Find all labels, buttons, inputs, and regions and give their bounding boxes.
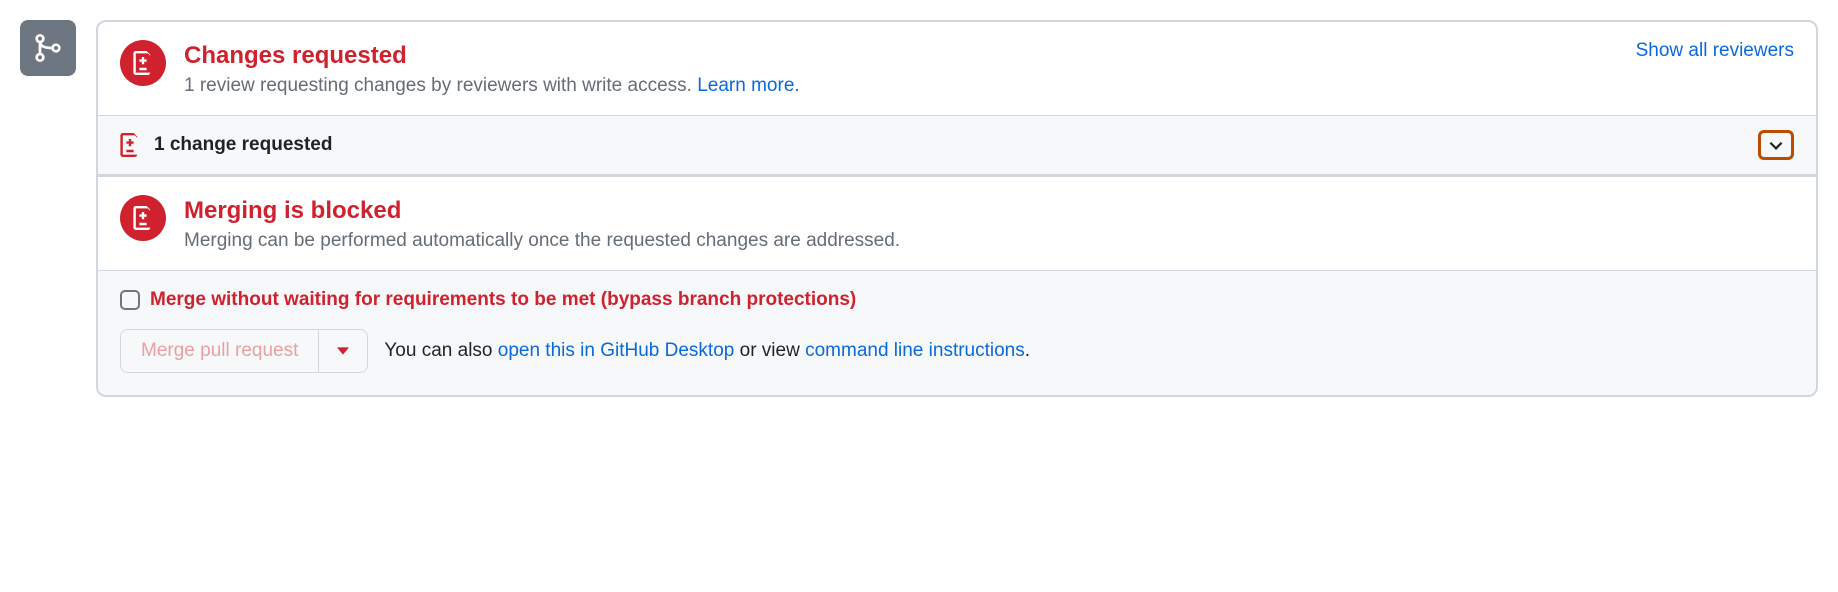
merge-status-box: Changes requested Show all reviewers 1 r… bbox=[96, 20, 1818, 397]
file-diff-icon bbox=[133, 51, 153, 75]
helper-period: . bbox=[1025, 340, 1030, 361]
review-status-section: Changes requested Show all reviewers 1 r… bbox=[98, 22, 1816, 115]
expand-changes-button[interactable] bbox=[1758, 130, 1794, 160]
merging-blocked-heading: Merging is blocked bbox=[184, 195, 1794, 226]
file-diff-icon bbox=[120, 133, 140, 157]
helper-mid: or view bbox=[734, 340, 805, 361]
review-status-subtext: 1 review requesting changes by reviewers… bbox=[184, 75, 1794, 97]
file-diff-icon bbox=[133, 206, 153, 230]
bypass-merge-section: Merge without waiting for requirements t… bbox=[98, 271, 1816, 395]
chevron-down-icon bbox=[1767, 136, 1785, 154]
git-merge-icon bbox=[20, 20, 76, 76]
bypass-label[interactable]: Merge without waiting for requirements t… bbox=[150, 289, 856, 311]
changes-requested-badge bbox=[120, 40, 166, 86]
merge-button-group: Merge pull request bbox=[120, 329, 368, 373]
learn-more-link[interactable]: Learn more. bbox=[697, 75, 799, 96]
review-count-text: 1 review requesting changes by reviewers… bbox=[184, 75, 697, 96]
caret-down-icon bbox=[337, 347, 349, 355]
open-github-desktop-link[interactable]: open this in GitHub Desktop bbox=[498, 340, 735, 361]
command-line-instructions-link[interactable]: command line instructions bbox=[805, 340, 1025, 361]
merging-blocked-subtext: Merging can be performed automatically o… bbox=[184, 230, 1794, 252]
show-all-reviewers-link[interactable]: Show all reviewers bbox=[1636, 40, 1794, 62]
bypass-checkbox[interactable] bbox=[120, 290, 140, 310]
merge-helper-text: You can also open this in GitHub Desktop… bbox=[384, 340, 1030, 362]
helper-prefix: You can also bbox=[384, 340, 497, 361]
merging-blocked-badge bbox=[120, 195, 166, 241]
merge-pull-request-button[interactable]: Merge pull request bbox=[121, 330, 318, 372]
changes-requested-heading: Changes requested bbox=[184, 40, 407, 71]
merge-dropdown-button[interactable] bbox=[318, 330, 367, 372]
change-requested-count: 1 change requested bbox=[154, 134, 332, 156]
merging-blocked-section: Merging is blocked Merging can be perfor… bbox=[98, 177, 1816, 271]
changes-requested-bar: 1 change requested bbox=[98, 115, 1816, 177]
